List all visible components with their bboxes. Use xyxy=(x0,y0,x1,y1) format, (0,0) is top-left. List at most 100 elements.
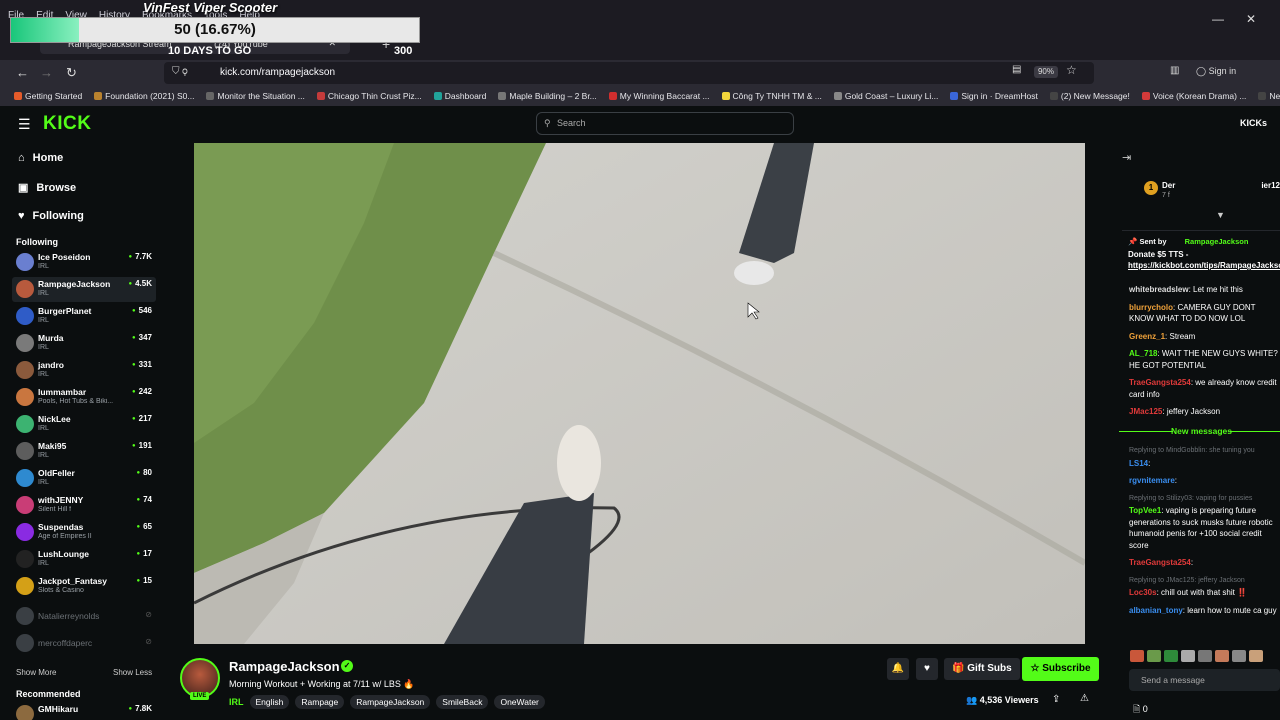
subscribe-button[interactable]: ☆ Subscribe xyxy=(1022,657,1099,681)
show-more-button[interactable]: Show More xyxy=(16,668,56,677)
bookmark-item[interactable]: Maple Building – 2 Br... xyxy=(498,91,597,101)
sidebar-channel[interactable]: Ice Poseidon IRL 7.7K xyxy=(12,250,156,275)
chat-username[interactable]: rgvnitemare xyxy=(1129,476,1175,485)
chat-username[interactable]: albanian_tony xyxy=(1129,606,1183,615)
chat-username[interactable]: JMac125 xyxy=(1129,407,1162,416)
nav-browse[interactable]: ▣ Browse xyxy=(18,181,76,195)
back-icon[interactable]: ← xyxy=(16,65,29,80)
sidebar-channel[interactable]: Murda IRL 347 xyxy=(12,331,156,356)
emote[interactable] xyxy=(1147,650,1161,662)
sidebar-channel[interactable]: NickLee IRL 217 xyxy=(12,412,156,437)
emote[interactable] xyxy=(1130,650,1144,662)
stream-tag[interactable]: SmileBack xyxy=(436,695,489,709)
kick-logo[interactable]: KICK xyxy=(43,113,91,135)
chat-username[interactable]: AL_718 xyxy=(1129,349,1157,358)
sidebar-channel[interactable]: Maki95 IRL 191 xyxy=(12,439,156,464)
stream-tag[interactable]: Rampage xyxy=(295,695,345,709)
sidebar-channel[interactable]: lummambar Pools, Hot Tubs & Biki... 242 xyxy=(12,385,156,410)
collapse-chat-icon[interactable]: ⇥ xyxy=(1122,151,1131,164)
bookmark-item[interactable]: New Messa xyxy=(1258,91,1280,101)
bookmark-item[interactable]: Gold Coast – Luxury Li... xyxy=(833,91,938,101)
zoom-level[interactable]: 90% xyxy=(1034,66,1058,78)
reader-view-icon[interactable]: ▤ xyxy=(1012,64,1021,75)
sidebar-toggle-icon[interactable]: ▥ xyxy=(1170,65,1179,76)
chevron-down-icon[interactable]: ▼ xyxy=(1216,210,1225,220)
bookmark-item[interactable]: Voice (Korean Drama) ... xyxy=(1141,91,1246,101)
bookmark-item[interactable]: (2) New Message! xyxy=(1049,91,1130,101)
bookmark-item[interactable]: Chicago Thin Crust Piz... xyxy=(316,91,422,101)
notification-bell-icon[interactable]: 🔔 xyxy=(887,658,909,680)
bookmark-item[interactable]: Getting Started xyxy=(14,91,82,101)
bookmark-item[interactable]: Dashboard xyxy=(433,91,486,101)
minimize-icon[interactable]: — xyxy=(1212,12,1224,26)
stream-tag[interactable]: RampageJackson xyxy=(350,695,431,709)
sign-in-button[interactable]: ◯ Sign in xyxy=(1196,66,1236,77)
chat-username[interactable]: TraeGangsta254 xyxy=(1129,378,1191,387)
bookmark-item[interactable]: Sign in · DreamHost xyxy=(950,91,1038,101)
shield-icon[interactable]: ⛉ ⚲ xyxy=(172,66,188,77)
emote[interactable] xyxy=(1164,650,1178,662)
url-text[interactable]: kick.com/rampagejackson xyxy=(220,67,335,78)
chat-input[interactable]: Send a message xyxy=(1129,669,1280,691)
chat-message: Replying to MindGobblin: she tuning you L… xyxy=(1129,445,1280,469)
forward-icon[interactable]: → xyxy=(40,65,53,80)
search-input[interactable]: ⚲ Search xyxy=(536,112,794,135)
stream-title: Morning Workout + Working at 7/11 w/ LBS… xyxy=(229,679,415,689)
sidebar-channel[interactable]: RampageJackson IRL 4.5K xyxy=(12,277,156,302)
recommended-channel[interactable]: GMHikaru 7.8K xyxy=(12,702,156,720)
chat-username[interactable]: blurrycholo xyxy=(1129,303,1173,312)
bookmark-star-icon[interactable]: ☆ xyxy=(1066,63,1077,77)
kicks-button[interactable]: KICKs xyxy=(1240,118,1267,128)
new-messages-divider[interactable]: New messages xyxy=(1119,426,1280,438)
stream-info-bar: LIVE RampageJackson ✓ Morning Workout + … xyxy=(163,644,1118,720)
bookmark-item[interactable]: My Winning Baccarat ... xyxy=(608,91,710,101)
sidebar-channel[interactable]: BurgerPlanet IRL 546 xyxy=(12,304,156,329)
points-icon[interactable]: 🗎 xyxy=(1133,704,1143,714)
pinned-link[interactable]: https://kickbot.com/tips/RampageJackson xyxy=(1128,261,1280,270)
stream-tag[interactable]: English xyxy=(249,695,290,709)
avatar xyxy=(16,415,34,433)
emote[interactable] xyxy=(1181,650,1195,662)
stream-category[interactable]: IRL xyxy=(229,697,244,707)
video-player[interactable] xyxy=(194,143,1085,644)
menu-hamburger-icon[interactable]: ☰ xyxy=(18,116,31,133)
bookmark-item[interactable]: Foundation (2021) S0... xyxy=(94,91,194,101)
emote[interactable] xyxy=(1198,650,1212,662)
chat-username[interactable]: TraeGangsta254 xyxy=(1129,558,1191,567)
streamer-name[interactable]: RampageJackson xyxy=(229,659,340,674)
sidebar-channel[interactable]: Jackpot_Fantasy Slots & Casino 15 xyxy=(12,574,156,599)
share-icon[interactable]: ⇪ xyxy=(1052,694,1060,705)
channel-category: IRL xyxy=(38,371,49,378)
reload-icon[interactable]: ↻ xyxy=(66,65,77,81)
nav-home[interactable]: ⌂ Home xyxy=(18,152,63,164)
stream-tag[interactable]: OneWater xyxy=(494,695,545,709)
channel-name: NickLee xyxy=(38,414,71,424)
report-icon[interactable]: ⚠ xyxy=(1080,693,1089,704)
bookmark-item[interactable]: Công Ty TNHH TM & ... xyxy=(721,91,822,101)
close-window-icon[interactable]: ✕ xyxy=(1246,12,1256,26)
chat-username[interactable]: whitebreadslew xyxy=(1129,285,1189,294)
follow-heart-icon[interactable]: ♥ xyxy=(916,658,938,680)
sidebar-channel[interactable]: LushLounge IRL 17 xyxy=(12,547,156,572)
nav-following[interactable]: ♥ Following xyxy=(18,210,84,222)
sidebar-channel[interactable]: withJENNY Silent Hill f 74 xyxy=(12,493,156,518)
sidebar-channel-offline[interactable]: Natalierreynolds ⊘ xyxy=(12,604,156,629)
sidebar-channel[interactable]: jandro IRL 331 xyxy=(12,358,156,383)
chat-username[interactable]: LS14 xyxy=(1129,459,1148,468)
viewer-count: 7.7K xyxy=(128,252,152,261)
chat-message: Replying to JMac125: jeffery Jackson Loc3… xyxy=(1129,575,1280,599)
bookmark-item[interactable]: Monitor the Situation ... xyxy=(206,91,305,101)
chat-username[interactable]: TopVee1 xyxy=(1129,506,1161,515)
chat-username[interactable]: Loc30s xyxy=(1129,588,1157,597)
emote[interactable] xyxy=(1249,650,1263,662)
emote[interactable] xyxy=(1215,650,1229,662)
emote[interactable] xyxy=(1232,650,1246,662)
show-less-button[interactable]: Show Less xyxy=(113,668,152,677)
url-bar[interactable]: ⛉ ⚲ kick.com/rampagejackson xyxy=(164,62,1094,84)
sidebar-channel[interactable]: OldFeller IRL 80 xyxy=(12,466,156,491)
chat-username[interactable]: Greenz_1 xyxy=(1129,332,1165,341)
gift-subs-button[interactable]: 🎁 Gift Subs xyxy=(944,658,1020,680)
overlay-goal-title: VinFest Viper Scooter xyxy=(143,0,278,15)
sidebar-channel[interactable]: Suspendas Age of Empires II 65 xyxy=(12,520,156,545)
sidebar-channel-offline[interactable]: mercoffdaperc ⊘ xyxy=(12,631,156,656)
